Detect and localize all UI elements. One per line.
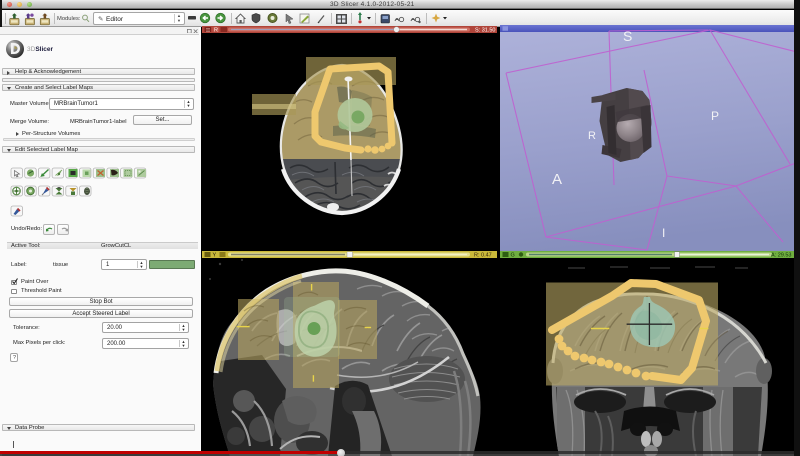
svg-text:S: S bbox=[623, 28, 632, 44]
svg-text:R: R bbox=[588, 130, 596, 142]
svg-text:G: G bbox=[511, 252, 515, 258]
svg-text:A: 29.53: A: 29.53 bbox=[771, 252, 792, 258]
svg-text:P: P bbox=[711, 109, 719, 123]
svg-text:R: 0.47: R: 0.47 bbox=[474, 252, 492, 258]
svg-text:S: 31.50: S: 31.50 bbox=[475, 27, 496, 33]
svg-text:R: R bbox=[214, 27, 218, 33]
svg-text:A: A bbox=[552, 171, 562, 188]
svg-text:I: I bbox=[662, 226, 665, 240]
svg-text:Y: Y bbox=[213, 252, 217, 258]
